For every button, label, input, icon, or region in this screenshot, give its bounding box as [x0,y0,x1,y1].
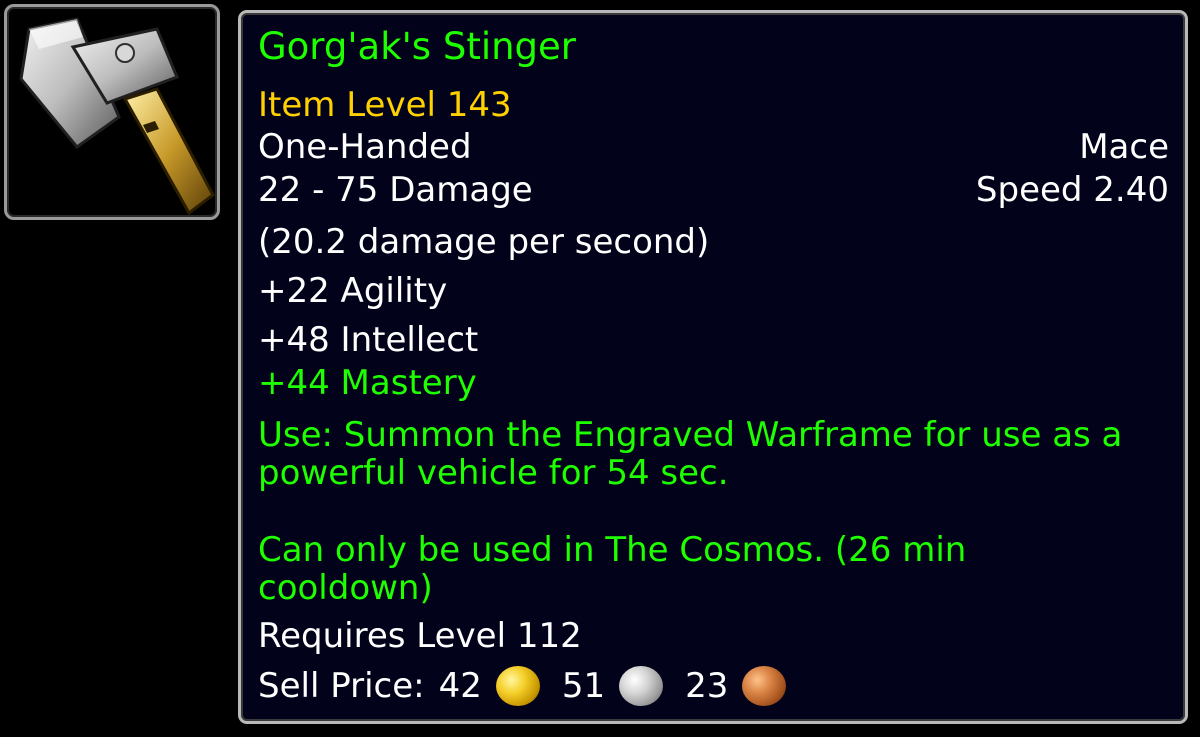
sell-price-label: Sell Price: [258,666,425,706]
sell-copper-amount: 23 [685,666,729,706]
stat-intellect: +48 Intellect [258,320,479,360]
item-speed: Speed 2.40 [975,170,1169,210]
slot-type-row: One-Handed Mace [258,127,1169,167]
use-effect-line-1: Use: Summon the Engraved Warframe for us… [258,415,1123,455]
item-name: Gorg'ak's Stinger [258,25,577,68]
silver-coin-icon [619,666,664,706]
required-level: Requires Level 112 [258,616,582,656]
stat-agility: +22 Agility [258,271,448,311]
sell-silver-amount: 51 [561,666,606,706]
item-level: Item Level 143 [258,85,512,125]
item-icon-frame[interactable] [4,4,220,220]
sell-price: Sell Price: 42 51 23 [258,666,787,706]
damage-speed-row: 22 - 75 Damage Speed 2.40 [258,170,1169,210]
item-dps: (20.2 damage per second) [258,222,710,262]
use-effect-line-2: powerful vehicle for 54 sec. [258,453,729,493]
item-slot: One-Handed [258,127,472,167]
stat-mastery: +44 Mastery [258,363,477,403]
mace-icon [19,17,215,216]
restriction-line-2: cooldown) [258,568,433,608]
item-type: Mace [1079,127,1169,167]
gold-coin-icon [495,666,540,706]
item-damage: 22 - 75 Damage [258,170,533,210]
sell-gold-amount: 42 [438,666,482,706]
restriction-line-1: Can only be used in The Cosmos. (26 min [258,530,967,570]
item-tooltip: Gorg'ak's Stinger Item Level 143 One-Han… [238,10,1188,724]
copper-coin-icon [742,666,787,706]
